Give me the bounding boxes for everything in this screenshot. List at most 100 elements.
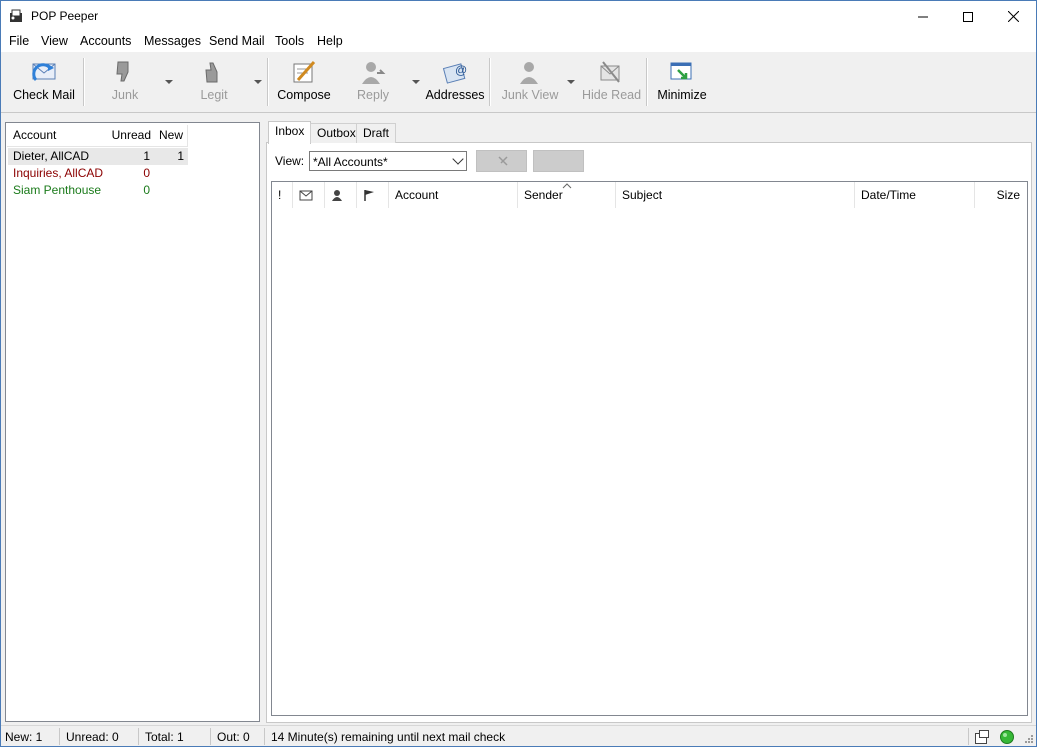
- person-icon: [332, 190, 342, 201]
- compose-label: Compose: [277, 88, 331, 102]
- junk-view-dropdown-arrow[interactable]: [567, 80, 575, 84]
- status-separator: [210, 728, 211, 745]
- compose-icon: [293, 61, 316, 83]
- status-separator: [138, 728, 139, 745]
- status-bar: New: 1 Unread: 0 Total: 1 Out: 0 14 Minu…: [1, 725, 1036, 746]
- column-sender-label: Sender: [524, 188, 563, 202]
- account-name: Inquiries, AllCAD: [13, 166, 104, 180]
- menu-accounts[interactable]: Accounts: [80, 34, 131, 48]
- junk-button[interactable]: Junk: [106, 58, 144, 108]
- minimize-icon: [918, 16, 928, 17]
- reply-label: Reply: [357, 88, 389, 102]
- junk-label: Junk: [111, 88, 139, 102]
- tab-draft[interactable]: Draft: [356, 123, 397, 143]
- account-new: 1: [177, 149, 184, 163]
- column-contact[interactable]: [325, 182, 357, 208]
- minimize-icon: [670, 62, 692, 80]
- message-list: ! Account Sender Subject Date/Time Size: [271, 181, 1028, 716]
- menu-messages[interactable]: Messages: [144, 34, 201, 48]
- tab-inbox[interactable]: Inbox: [268, 121, 312, 144]
- junk-icon: [116, 61, 129, 82]
- svg-text:@: @: [455, 63, 467, 77]
- account-unread: 0: [143, 183, 150, 197]
- status-out: Out: 0: [217, 730, 250, 744]
- accounts-header-new[interactable]: New: [155, 125, 188, 147]
- toolbar-separator: [489, 58, 491, 106]
- minimize-button[interactable]: Minimize: [654, 58, 710, 108]
- tools-icon: [498, 156, 508, 166]
- toolbar: Check Mail Junk Legit Compose Reply @ Ad…: [1, 52, 1036, 113]
- window-title: POP Peeper: [31, 9, 99, 23]
- menu-file[interactable]: File: [9, 34, 29, 48]
- hide-read-button[interactable]: Hide Read: [582, 58, 642, 108]
- column-account[interactable]: Account: [389, 182, 518, 208]
- addresses-label: Addresses: [425, 88, 485, 102]
- view-account-select[interactable]: *All Accounts*: [309, 151, 467, 171]
- accounts-header-unread[interactable]: Unread: [103, 125, 156, 147]
- close-window-button[interactable]: [990, 1, 1036, 32]
- account-unread: 1: [143, 149, 150, 163]
- account-row[interactable]: Siam Penthouse 0: [8, 182, 188, 199]
- toolbar-separator: [267, 58, 269, 106]
- account-row[interactable]: Dieter, AllCAD 1 1: [8, 148, 188, 165]
- flag-icon: [364, 190, 374, 201]
- minimize-label: Minimize: [657, 88, 707, 102]
- menu-send-mail[interactable]: Send Mail: [209, 34, 265, 48]
- junk-view-button[interactable]: Junk View: [499, 58, 561, 108]
- hide-read-label: Hide Read: [582, 88, 642, 102]
- app-window: POP Peeper File View Accounts Messages S…: [0, 0, 1037, 747]
- check-mail-icon: [32, 63, 56, 81]
- close-icon: [1007, 11, 1019, 22]
- toolbar-separator: [83, 58, 85, 106]
- column-read-status[interactable]: [293, 182, 325, 208]
- sort-up-icon: [562, 183, 572, 189]
- junk-dropdown-arrow[interactable]: [165, 80, 173, 84]
- legit-dropdown-arrow[interactable]: [254, 80, 262, 84]
- legit-button[interactable]: Legit: [195, 58, 233, 108]
- menu-tools[interactable]: Tools: [275, 34, 304, 48]
- hide-read-icon: [600, 61, 620, 83]
- status-new: New: 1: [5, 730, 43, 744]
- toolbar-separator: [646, 58, 648, 106]
- app-icon: [10, 9, 22, 22]
- view-blank-button[interactable]: [533, 150, 584, 172]
- junk-view-label: Junk View: [501, 88, 559, 102]
- column-sender[interactable]: Sender: [518, 182, 616, 208]
- maximize-window-button[interactable]: [945, 1, 991, 32]
- status-total: Total: 1: [145, 730, 184, 744]
- column-date-time[interactable]: Date/Time: [855, 182, 975, 208]
- legit-label: Legit: [200, 88, 228, 102]
- title-bar[interactable]: POP Peeper: [1, 1, 1036, 32]
- check-mail-button[interactable]: Check Mail: [9, 58, 79, 108]
- resize-grip-icon[interactable]: [1022, 734, 1034, 746]
- account-name: Siam Penthouse: [13, 183, 102, 197]
- maximize-icon: [963, 11, 973, 22]
- accounts-header-account[interactable]: Account: [7, 125, 110, 147]
- menu-help[interactable]: Help: [317, 34, 343, 48]
- view-tool-button[interactable]: [476, 150, 527, 172]
- reply-button[interactable]: Reply: [353, 58, 393, 108]
- status-unread: Unread: 0: [66, 730, 119, 744]
- window-icon[interactable]: [974, 729, 990, 745]
- addresses-button[interactable]: @ Addresses: [425, 58, 485, 108]
- compose-button[interactable]: Compose: [275, 58, 333, 108]
- account-row[interactable]: Inquiries, AllCAD 0: [8, 165, 188, 182]
- status-separator: [968, 728, 969, 745]
- tab-outbox[interactable]: Outbox: [310, 123, 363, 143]
- column-subject[interactable]: Subject: [616, 182, 855, 208]
- menu-view[interactable]: View: [41, 34, 68, 48]
- account-name: Dieter, AllCAD: [13, 149, 90, 163]
- view-label: View:: [275, 154, 305, 168]
- minimize-window-button[interactable]: [900, 1, 946, 32]
- column-priority[interactable]: !: [272, 182, 293, 208]
- account-unread: 0: [143, 166, 150, 180]
- status-separator: [59, 728, 60, 745]
- menu-bar: File View Accounts Messages Send Mail To…: [1, 32, 1036, 52]
- column-size[interactable]: Size: [975, 182, 1027, 208]
- reply-dropdown-arrow[interactable]: [412, 80, 420, 84]
- check-mail-label: Check Mail: [13, 88, 75, 102]
- column-flag[interactable]: [357, 182, 389, 208]
- reply-icon: [362, 62, 386, 84]
- addresses-icon: @: [442, 63, 467, 84]
- status-ok-icon: [1000, 730, 1014, 744]
